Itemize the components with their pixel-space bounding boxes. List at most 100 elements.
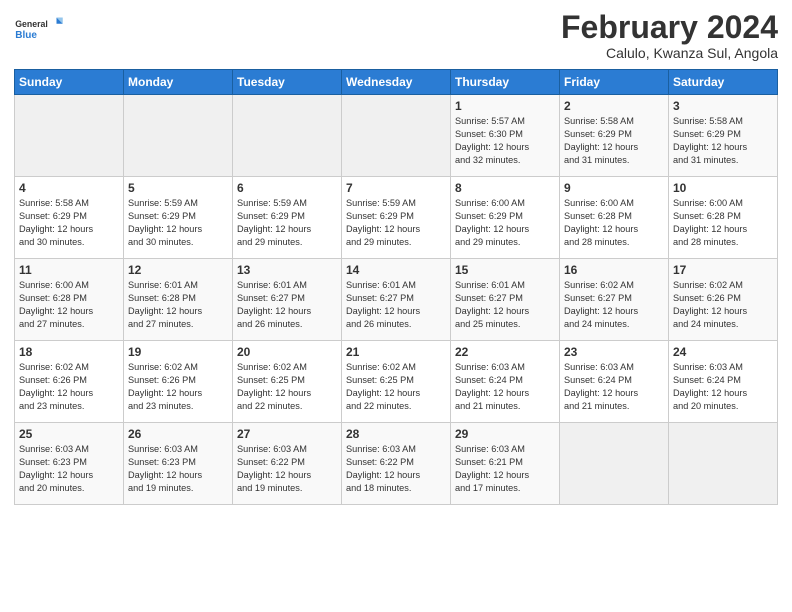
calendar-cell: 13 Sunrise: 6:01 AM Sunset: 6:27 PM Dayli… bbox=[233, 259, 342, 341]
day-info: Sunrise: 6:03 AM Sunset: 6:22 PM Dayligh… bbox=[346, 443, 446, 495]
calendar-cell bbox=[669, 423, 778, 505]
day-number: 27 bbox=[237, 427, 337, 441]
day-info: Sunrise: 6:00 AM Sunset: 6:28 PM Dayligh… bbox=[673, 197, 773, 249]
calendar-cell: 20Sunrise: 6:02 AM Sunset: 6:25 PM Dayli… bbox=[233, 341, 342, 423]
day-info: Sunrise: 6:01 AM Sunset: 6:27 PM Dayligh… bbox=[237, 279, 337, 331]
calendar-cell: 22 Sunrise: 6:03 AM Sunset: 6:24 PM Dayli… bbox=[451, 341, 560, 423]
calendar-cell: 3 Sunrise: 5:58 AM Sunset: 6:29 PM Daylig… bbox=[669, 95, 778, 177]
day-info: Sunrise: 6:01 AM Sunset: 6:27 PM Dayligh… bbox=[455, 279, 555, 331]
calendar-cell: 19 Sunrise: 6:02 AM Sunset: 6:26 PM Dayli… bbox=[124, 341, 233, 423]
col-header-friday: Friday bbox=[560, 70, 669, 95]
day-info: Sunrise: 5:57 AM Sunset: 6:30 PM Dayligh… bbox=[455, 115, 555, 167]
calendar-cell: 5Sunrise: 5:59 AM Sunset: 6:29 PM Daylig… bbox=[124, 177, 233, 259]
day-number: 7 bbox=[346, 181, 446, 195]
day-number: 16 bbox=[564, 263, 664, 277]
day-info: Sunrise: 6:00 AM Sunset: 6:28 PM Dayligh… bbox=[564, 197, 664, 249]
day-info: Sunrise: 6:02 AM Sunset: 6:27 PM Dayligh… bbox=[564, 279, 664, 331]
week-row-3: 11 Sunrise: 6:00 AM Sunset: 6:28 PM Dayli… bbox=[15, 259, 778, 341]
calendar-cell: 18 Sunrise: 6:02 AM Sunset: 6:26 PM Dayli… bbox=[15, 341, 124, 423]
calendar-cell: 15 Sunrise: 6:01 AM Sunset: 6:27 PM Dayli… bbox=[451, 259, 560, 341]
calendar-cell: 2 Sunrise: 5:58 AM Sunset: 6:29 PM Daylig… bbox=[560, 95, 669, 177]
col-header-wednesday: Wednesday bbox=[342, 70, 451, 95]
calendar-cell: 28 Sunrise: 6:03 AM Sunset: 6:22 PM Dayli… bbox=[342, 423, 451, 505]
day-number: 2 bbox=[564, 99, 664, 113]
day-info: Sunrise: 6:01 AM Sunset: 6:27 PM Dayligh… bbox=[346, 279, 446, 331]
calendar-cell: 1 Sunrise: 5:57 AM Sunset: 6:30 PM Daylig… bbox=[451, 95, 560, 177]
day-number: 11 bbox=[19, 263, 119, 277]
day-number: 21 bbox=[346, 345, 446, 359]
calendar-cell: 16 Sunrise: 6:02 AM Sunset: 6:27 PM Dayli… bbox=[560, 259, 669, 341]
calendar-cell: 4 Sunrise: 5:58 AM Sunset: 6:29 PM Daylig… bbox=[15, 177, 124, 259]
day-number: 12 bbox=[128, 263, 228, 277]
day-info: Sunrise: 6:03 AM Sunset: 6:22 PM Dayligh… bbox=[237, 443, 337, 495]
calendar-cell: 14 Sunrise: 6:01 AM Sunset: 6:27 PM Dayli… bbox=[342, 259, 451, 341]
calendar-table: SundayMondayTuesdayWednesdayThursdayFrid… bbox=[14, 69, 778, 505]
day-number: 14 bbox=[346, 263, 446, 277]
day-info: Sunrise: 6:02 AM Sunset: 6:26 PM Dayligh… bbox=[19, 361, 119, 413]
calendar-cell bbox=[15, 95, 124, 177]
day-info: Sunrise: 5:59 AM Sunset: 6:29 PM Dayligh… bbox=[128, 197, 228, 249]
calendar-cell bbox=[560, 423, 669, 505]
calendar-cell: 26 Sunrise: 6:03 AM Sunset: 6:23 PM Dayli… bbox=[124, 423, 233, 505]
calendar-cell bbox=[342, 95, 451, 177]
day-number: 25 bbox=[19, 427, 119, 441]
week-row-4: 18 Sunrise: 6:02 AM Sunset: 6:26 PM Dayli… bbox=[15, 341, 778, 423]
col-header-tuesday: Tuesday bbox=[233, 70, 342, 95]
day-info: Sunrise: 5:58 AM Sunset: 6:29 PM Dayligh… bbox=[673, 115, 773, 167]
day-number: 24 bbox=[673, 345, 773, 359]
day-number: 1 bbox=[455, 99, 555, 113]
day-number: 28 bbox=[346, 427, 446, 441]
calendar-cell: 17Sunrise: 6:02 AM Sunset: 6:26 PM Dayli… bbox=[669, 259, 778, 341]
day-info: Sunrise: 6:03 AM Sunset: 6:24 PM Dayligh… bbox=[564, 361, 664, 413]
calendar-cell: 12 Sunrise: 6:01 AM Sunset: 6:28 PM Dayli… bbox=[124, 259, 233, 341]
calendar-cell: 11 Sunrise: 6:00 AM Sunset: 6:28 PM Dayli… bbox=[15, 259, 124, 341]
day-info: Sunrise: 5:59 AM Sunset: 6:29 PM Dayligh… bbox=[237, 197, 337, 249]
week-row-5: 25 Sunrise: 6:03 AM Sunset: 6:23 PM Dayli… bbox=[15, 423, 778, 505]
day-info: Sunrise: 6:03 AM Sunset: 6:21 PM Dayligh… bbox=[455, 443, 555, 495]
day-info: Sunrise: 6:03 AM Sunset: 6:23 PM Dayligh… bbox=[128, 443, 228, 495]
day-number: 8 bbox=[455, 181, 555, 195]
day-info: Sunrise: 6:00 AM Sunset: 6:28 PM Dayligh… bbox=[19, 279, 119, 331]
page-container: General Blue February 2024 Calulo, Kwanz… bbox=[0, 0, 792, 515]
col-header-thursday: Thursday bbox=[451, 70, 560, 95]
calendar-cell: 9 Sunrise: 6:00 AM Sunset: 6:28 PM Daylig… bbox=[560, 177, 669, 259]
day-number: 4 bbox=[19, 181, 119, 195]
day-info: Sunrise: 6:02 AM Sunset: 6:26 PM Dayligh… bbox=[128, 361, 228, 413]
calendar-cell: 10 Sunrise: 6:00 AM Sunset: 6:28 PM Dayli… bbox=[669, 177, 778, 259]
day-info: Sunrise: 6:03 AM Sunset: 6:24 PM Dayligh… bbox=[455, 361, 555, 413]
day-info: Sunrise: 6:02 AM Sunset: 6:25 PM Dayligh… bbox=[346, 361, 446, 413]
day-info: Sunrise: 6:02 AM Sunset: 6:26 PM Dayligh… bbox=[673, 279, 773, 331]
day-number: 26 bbox=[128, 427, 228, 441]
day-number: 13 bbox=[237, 263, 337, 277]
calendar-cell: 25 Sunrise: 6:03 AM Sunset: 6:23 PM Dayli… bbox=[15, 423, 124, 505]
calendar-cell: 6 Sunrise: 5:59 AM Sunset: 6:29 PM Daylig… bbox=[233, 177, 342, 259]
calendar-cell: 8Sunrise: 6:00 AM Sunset: 6:29 PM Daylig… bbox=[451, 177, 560, 259]
day-number: 9 bbox=[564, 181, 664, 195]
day-number: 6 bbox=[237, 181, 337, 195]
day-info: Sunrise: 6:03 AM Sunset: 6:23 PM Dayligh… bbox=[19, 443, 119, 495]
day-info: Sunrise: 6:02 AM Sunset: 6:25 PM Dayligh… bbox=[237, 361, 337, 413]
logo-svg: General Blue bbox=[14, 10, 64, 50]
col-header-sunday: Sunday bbox=[15, 70, 124, 95]
day-number: 23 bbox=[564, 345, 664, 359]
day-info: Sunrise: 6:01 AM Sunset: 6:28 PM Dayligh… bbox=[128, 279, 228, 331]
day-number: 15 bbox=[455, 263, 555, 277]
header-row: SundayMondayTuesdayWednesdayThursdayFrid… bbox=[15, 70, 778, 95]
day-number: 18 bbox=[19, 345, 119, 359]
calendar-cell: 24Sunrise: 6:03 AM Sunset: 6:24 PM Dayli… bbox=[669, 341, 778, 423]
day-number: 19 bbox=[128, 345, 228, 359]
day-number: 10 bbox=[673, 181, 773, 195]
col-header-monday: Monday bbox=[124, 70, 233, 95]
day-number: 22 bbox=[455, 345, 555, 359]
logo: General Blue bbox=[14, 10, 64, 50]
calendar-cell: 21 Sunrise: 6:02 AM Sunset: 6:25 PM Dayli… bbox=[342, 341, 451, 423]
day-info: Sunrise: 5:58 AM Sunset: 6:29 PM Dayligh… bbox=[19, 197, 119, 249]
location: Calulo, Kwanza Sul, Angola bbox=[561, 45, 778, 61]
day-number: 29 bbox=[455, 427, 555, 441]
calendar-cell bbox=[233, 95, 342, 177]
day-info: Sunrise: 5:58 AM Sunset: 6:29 PM Dayligh… bbox=[564, 115, 664, 167]
day-info: Sunrise: 5:59 AM Sunset: 6:29 PM Dayligh… bbox=[346, 197, 446, 249]
svg-text:General: General bbox=[15, 19, 48, 29]
calendar-cell: 29 Sunrise: 6:03 AM Sunset: 6:21 PM Dayli… bbox=[451, 423, 560, 505]
day-number: 3 bbox=[673, 99, 773, 113]
